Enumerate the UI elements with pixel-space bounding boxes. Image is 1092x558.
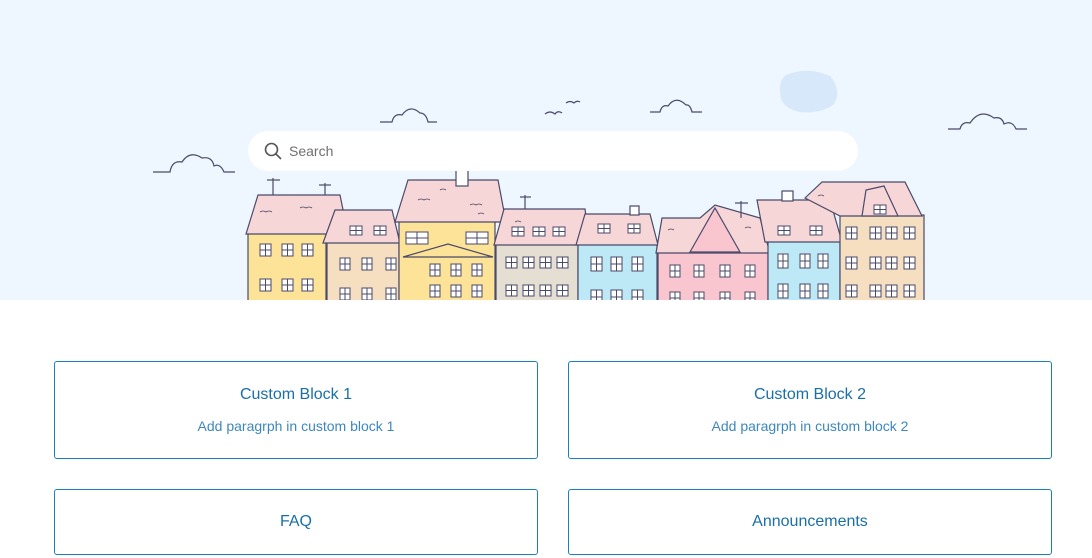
block-title: Custom Block 2 bbox=[753, 386, 867, 403]
search-bar[interactable] bbox=[248, 131, 858, 171]
block-title: FAQ bbox=[279, 513, 312, 530]
cloud-icon bbox=[153, 154, 235, 173]
block-title: Announcements bbox=[752, 513, 868, 530]
cloud-icon bbox=[380, 108, 437, 123]
bird-icon bbox=[565, 100, 581, 104]
cloud-icon bbox=[948, 113, 1027, 130]
faq-block[interactable]: FAQ bbox=[54, 489, 538, 555]
block-description: Add paragrph in custom block 2 bbox=[711, 418, 909, 434]
custom-block-1[interactable]: Custom Block 1 Add paragrph in custom bl… bbox=[54, 361, 538, 459]
block-description: Add paragrph in custom block 1 bbox=[197, 418, 395, 434]
search-icon[interactable] bbox=[262, 140, 284, 162]
block-title: Custom Block 1 bbox=[239, 386, 353, 403]
bird-icon bbox=[544, 111, 563, 115]
moon-icon bbox=[779, 70, 838, 113]
hero-banner bbox=[0, 0, 1092, 300]
announcements-block[interactable]: Announcements bbox=[568, 489, 1052, 555]
custom-block-2[interactable]: Custom Block 2 Add paragrph in custom bl… bbox=[568, 361, 1052, 459]
search-input[interactable] bbox=[289, 136, 829, 166]
cloud-icon bbox=[650, 99, 702, 113]
